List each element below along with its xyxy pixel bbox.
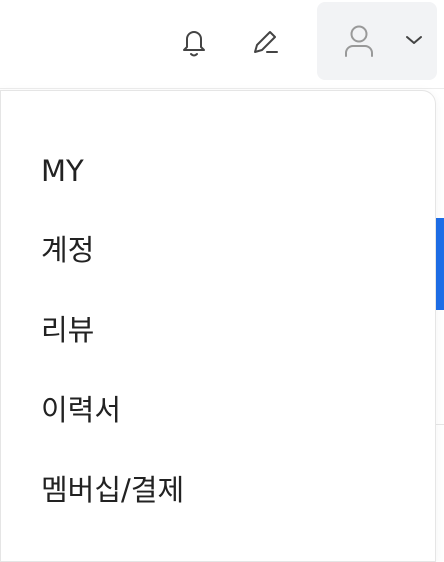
profile-menu-button[interactable] xyxy=(317,2,437,80)
top-header xyxy=(0,0,444,89)
background-blue-element xyxy=(436,218,444,310)
chevron-down-icon xyxy=(406,36,422,44)
menu-item-account[interactable]: 계정 xyxy=(41,230,94,270)
menu-item-my[interactable]: MY xyxy=(41,151,84,191)
background-divider xyxy=(436,424,444,425)
write-button[interactable] xyxy=(243,20,287,64)
user-icon xyxy=(345,25,373,57)
menu-item-resume[interactable]: 이력서 xyxy=(41,390,121,430)
profile-dropdown-menu: MY 계정 리뷰 이력서 멤버십/결제 xyxy=(0,90,436,562)
bell-icon xyxy=(183,31,205,57)
pencil-icon xyxy=(254,31,278,53)
notification-button[interactable] xyxy=(172,20,216,64)
menu-item-review[interactable]: 리뷰 xyxy=(41,310,94,350)
menu-item-membership-payment[interactable]: 멤버십/결제 xyxy=(41,470,184,510)
